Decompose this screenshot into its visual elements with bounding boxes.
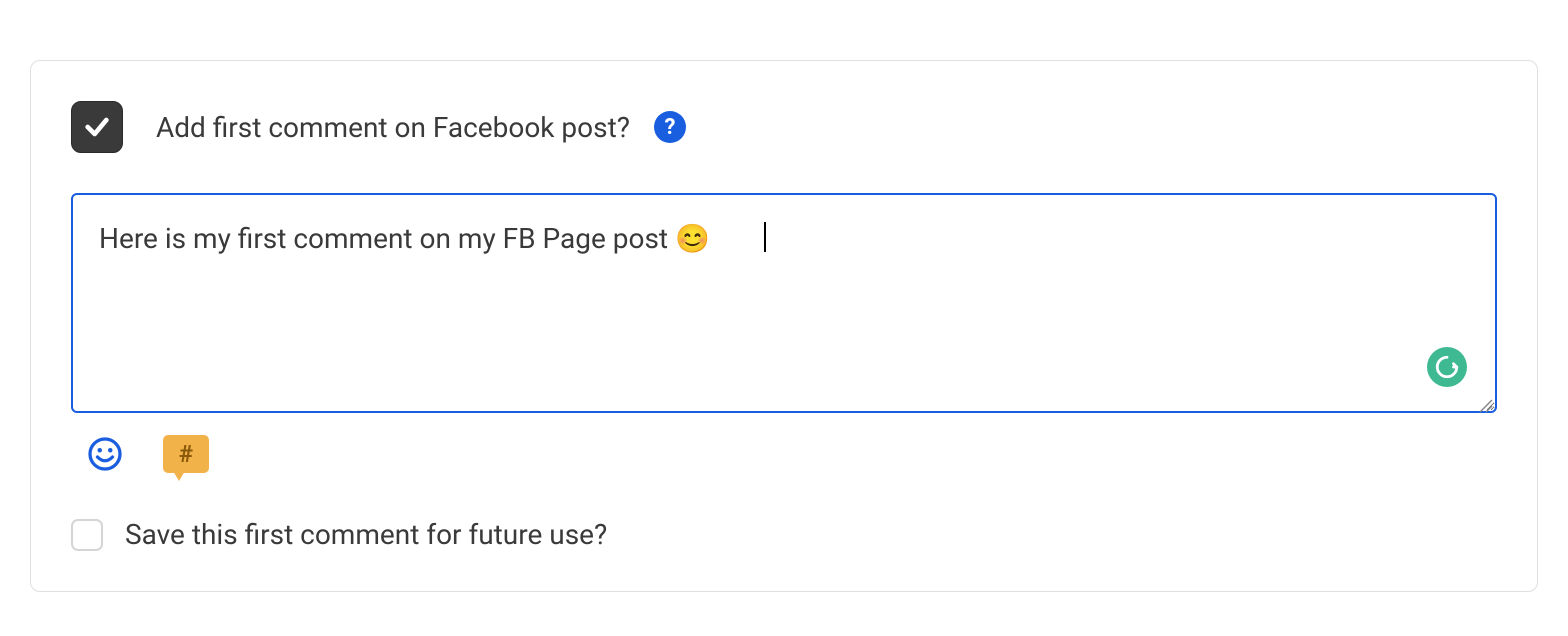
smiley-icon bbox=[87, 436, 123, 472]
save-comment-checkbox[interactable] bbox=[71, 519, 103, 551]
emoji-picker-button[interactable] bbox=[87, 436, 123, 472]
add-first-comment-checkbox[interactable] bbox=[71, 101, 123, 153]
textarea-toolbar: # bbox=[71, 435, 1497, 473]
comment-textarea-wrap bbox=[71, 193, 1497, 417]
add-first-comment-row: Add first comment on Facebook post? ? bbox=[71, 101, 1497, 153]
text-cursor bbox=[764, 222, 766, 252]
check-icon bbox=[83, 113, 111, 141]
hashtag-button[interactable]: # bbox=[163, 435, 209, 473]
add-first-comment-label: Add first comment on Facebook post? bbox=[156, 111, 630, 144]
hashtag-icon: # bbox=[179, 440, 193, 468]
first-comment-card: Add first comment on Facebook post? ? bbox=[30, 60, 1538, 592]
save-comment-row: Save this first comment for future use? bbox=[71, 518, 1497, 551]
save-comment-label: Save this first comment for future use? bbox=[125, 518, 607, 551]
help-icon[interactable]: ? bbox=[654, 111, 686, 143]
grammarly-icon[interactable] bbox=[1427, 347, 1467, 387]
first-comment-textarea[interactable] bbox=[71, 193, 1497, 413]
